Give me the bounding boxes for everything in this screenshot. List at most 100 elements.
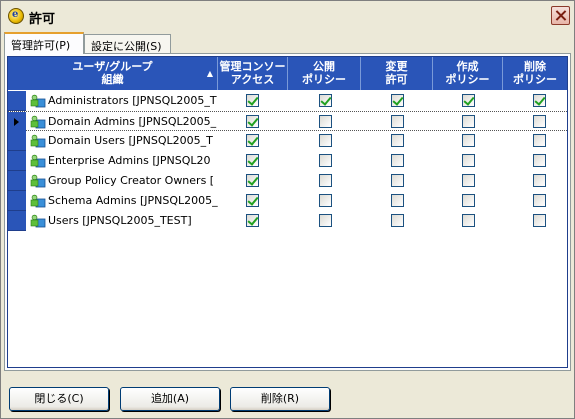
row-name: Schema Admins [JPNSQL2005_ — [48, 194, 218, 207]
column-header-console-line2: アクセス — [230, 73, 275, 86]
checkbox-delete[interactable] — [533, 154, 546, 167]
row-name: Users [JPNSQL2005_TEST] — [48, 214, 192, 227]
checkbox-console[interactable] — [246, 115, 259, 128]
column-header-name[interactable]: ユーザ/グループ 組織 ▲ — [8, 57, 218, 90]
checkbox-publish[interactable] — [319, 194, 332, 207]
checkbox-create[interactable] — [462, 134, 475, 147]
checkbox-console[interactable] — [246, 214, 259, 227]
row-name: Domain Users [JPNSQL2005_T — [48, 134, 213, 147]
group-icon — [30, 154, 46, 168]
row-header[interactable] — [8, 191, 26, 211]
checkbox-change[interactable] — [391, 154, 404, 167]
tab-panel: ユーザ/グループ 組織 ▲ 管理コンソー アクセス 公開 ポリシー 変更 許可 — [4, 53, 571, 371]
checkbox-publish[interactable] — [319, 154, 332, 167]
permissions-grid: ユーザ/グループ 組織 ▲ 管理コンソー アクセス 公開 ポリシー 変更 許可 — [7, 56, 568, 368]
permissions-dialog: e 許可 管理許可(P) 設定に公開(S) ユーザ/グループ 組織 ▲ 管理コン… — [0, 0, 575, 419]
column-header-name-line1: ユーザ/グループ — [72, 60, 153, 73]
row-header[interactable] — [8, 131, 26, 151]
column-header-create-line1: 作成 — [456, 60, 479, 73]
add-button[interactable]: 追加(A) — [120, 387, 220, 411]
checkbox-console[interactable] — [246, 154, 259, 167]
group-icon — [30, 174, 46, 188]
checkbox-delete[interactable] — [533, 194, 546, 207]
row-header[interactable] — [8, 151, 26, 171]
group-icon — [30, 94, 46, 108]
name-cell[interactable]: Administrators [JPNSQL2005_T — [28, 91, 218, 111]
checkbox-console[interactable] — [246, 174, 259, 187]
column-header-change-line1: 変更 — [385, 60, 408, 73]
table-row[interactable]: Enterprise Admins [JPNSQL20 — [8, 151, 567, 171]
checkbox-publish[interactable] — [319, 174, 332, 187]
name-cell[interactable]: Users [JPNSQL2005_TEST] — [28, 211, 218, 231]
app-icon: e — [8, 8, 24, 24]
name-cell[interactable]: Enterprise Admins [JPNSQL20 — [28, 151, 218, 171]
row-header[interactable] — [8, 211, 26, 231]
checkbox-delete[interactable] — [533, 94, 546, 107]
row-header[interactable] — [8, 171, 26, 191]
title-bar: e 許可 — [1, 1, 574, 31]
checkbox-create[interactable] — [462, 94, 475, 107]
row-name: Domain Admins [JPNSQL2005_ — [48, 115, 217, 128]
column-header-console[interactable]: 管理コンソー アクセス — [218, 57, 288, 90]
column-header-delete-line1: 削除 — [524, 60, 546, 73]
row-header[interactable] — [8, 91, 26, 111]
button-bar: 閉じる(C) 追加(A) 削除(R) — [1, 377, 574, 418]
column-header-create[interactable]: 作成 ポリシー — [433, 57, 503, 90]
checkbox-create[interactable] — [462, 194, 475, 207]
checkbox-change[interactable] — [391, 134, 404, 147]
checkbox-create[interactable] — [462, 174, 475, 187]
close-icon[interactable] — [551, 6, 570, 25]
checkbox-change[interactable] — [391, 214, 404, 227]
checkbox-publish[interactable] — [319, 134, 332, 147]
name-cell[interactable]: Domain Admins [JPNSQL2005_ — [28, 112, 218, 132]
checkbox-change[interactable] — [391, 194, 404, 207]
table-row[interactable]: Administrators [JPNSQL2005_T — [8, 91, 567, 111]
row-header[interactable] — [8, 112, 26, 132]
name-cell[interactable]: Schema Admins [JPNSQL2005_ — [28, 191, 218, 211]
group-icon — [30, 194, 46, 208]
sort-ascending-icon: ▲ — [206, 69, 213, 78]
checkbox-publish[interactable] — [319, 214, 332, 227]
column-header-change[interactable]: 変更 許可 — [361, 57, 433, 90]
table-row[interactable]: Users [JPNSQL2005_TEST] — [8, 211, 567, 231]
checkbox-change[interactable] — [391, 115, 404, 128]
column-header-name-line2: 組織 — [101, 73, 124, 86]
grid-header: ユーザ/グループ 組織 ▲ 管理コンソー アクセス 公開 ポリシー 変更 許可 — [8, 57, 567, 90]
checkbox-change[interactable] — [391, 174, 404, 187]
checkbox-publish[interactable] — [319, 115, 332, 128]
delete-button[interactable]: 削除(R) — [230, 387, 330, 411]
table-row[interactable]: Domain Users [JPNSQL2005_T — [8, 131, 567, 151]
checkbox-delete[interactable] — [533, 174, 546, 187]
column-header-publish[interactable]: 公開 ポリシー — [288, 57, 361, 90]
column-header-console-line1: 管理コンソー — [219, 60, 286, 73]
checkbox-delete[interactable] — [533, 214, 546, 227]
name-cell[interactable]: Group Policy Creator Owners [ — [28, 171, 218, 191]
column-header-change-line2: 許可 — [385, 73, 408, 86]
checkbox-create[interactable] — [462, 115, 475, 128]
table-row[interactable]: Schema Admins [JPNSQL2005_ — [8, 191, 567, 211]
checkbox-create[interactable] — [462, 214, 475, 227]
window-title: 許可 — [29, 12, 56, 27]
checkbox-console[interactable] — [246, 134, 259, 147]
group-icon — [30, 134, 46, 148]
checkbox-delete[interactable] — [533, 134, 546, 147]
column-header-delete[interactable]: 削除 ポリシー — [503, 57, 567, 90]
checkbox-delete[interactable] — [533, 115, 546, 128]
column-header-create-line2: ポリシー — [445, 73, 490, 86]
table-row[interactable]: Group Policy Creator Owners [ — [8, 171, 567, 191]
name-cell[interactable]: Domain Users [JPNSQL2005_T — [28, 131, 218, 151]
checkbox-console[interactable] — [246, 94, 259, 107]
close-button[interactable]: 閉じる(C) — [9, 387, 109, 411]
checkbox-create[interactable] — [462, 154, 475, 167]
row-name: Enterprise Admins [JPNSQL20 — [48, 154, 211, 167]
checkbox-publish[interactable] — [319, 94, 332, 107]
group-icon — [30, 115, 46, 129]
column-header-publish-line1: 公開 — [313, 60, 335, 73]
tab-admin-permissions[interactable]: 管理許可(P) — [4, 32, 84, 54]
current-row-arrow-icon — [14, 118, 19, 126]
tab-publish-settings[interactable]: 設定に公開(S) — [84, 34, 171, 54]
checkbox-console[interactable] — [246, 194, 259, 207]
group-icon — [30, 214, 46, 228]
table-row[interactable]: Domain Admins [JPNSQL2005_ — [8, 111, 567, 132]
checkbox-change[interactable] — [391, 94, 404, 107]
